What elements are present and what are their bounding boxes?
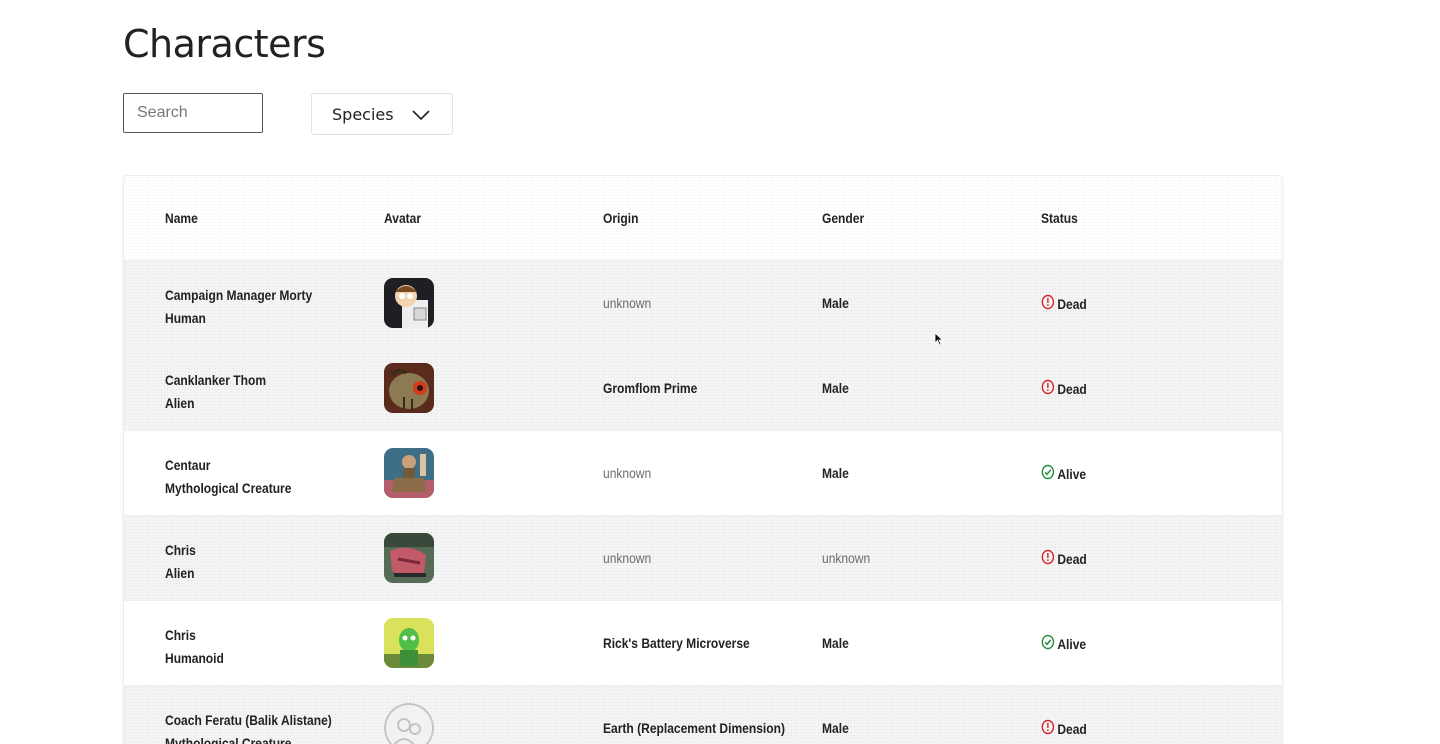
character-name: Canklanker Thom bbox=[165, 372, 267, 388]
check-circle-icon bbox=[1041, 464, 1055, 483]
chevron-down-icon bbox=[412, 107, 430, 126]
gender-cell: Male bbox=[822, 465, 849, 481]
mouse-pointer-icon bbox=[934, 332, 944, 351]
avatar bbox=[384, 278, 434, 328]
alert-circle-icon bbox=[1041, 719, 1055, 738]
gender-cell: Male bbox=[822, 380, 849, 396]
header-status[interactable]: Status bbox=[1041, 210, 1078, 226]
status-label: Alive bbox=[1057, 465, 1087, 482]
status-cell: Dead bbox=[1041, 719, 1087, 738]
status-cell: Alive bbox=[1041, 634, 1086, 653]
character-name: Chris bbox=[165, 542, 196, 558]
gender-cell: Male bbox=[822, 635, 849, 651]
avatar bbox=[384, 363, 434, 413]
status-cell: Dead bbox=[1041, 549, 1087, 568]
character-species: Mythological Creature bbox=[165, 735, 292, 744]
origin-cell: unknown bbox=[603, 550, 652, 566]
gender-cell: Male bbox=[822, 720, 849, 736]
page-title: Characters bbox=[123, 22, 326, 66]
table-row[interactable]: Chris Alien unknown unknown Dead bbox=[124, 516, 1282, 601]
origin-cell: Rick's Battery Microverse bbox=[603, 635, 750, 651]
character-name-cell: Canklanker Thom Alien bbox=[165, 369, 266, 415]
alert-circle-icon bbox=[1041, 549, 1055, 568]
character-species: Alien bbox=[165, 395, 195, 411]
origin-cell: unknown bbox=[603, 295, 652, 311]
character-name-cell: Campaign Manager Morty Human bbox=[165, 284, 312, 330]
character-name-cell: Coach Feratu (Balik Alistane) Mythologic… bbox=[165, 709, 332, 744]
table-row[interactable]: Coach Feratu (Balik Alistane) Mythologic… bbox=[124, 686, 1282, 744]
gender-cell: unknown bbox=[822, 550, 871, 566]
search-input[interactable] bbox=[123, 93, 263, 133]
species-dropdown-label: Species bbox=[332, 104, 394, 124]
status-label: Dead bbox=[1057, 550, 1087, 567]
character-species: Human bbox=[165, 310, 206, 326]
character-species: Mythological Creature bbox=[165, 480, 292, 496]
table-row[interactable]: Chris Humanoid Rick's Battery Microverse… bbox=[124, 601, 1282, 686]
alert-circle-icon bbox=[1041, 294, 1055, 313]
origin-cell: unknown bbox=[603, 465, 652, 481]
character-name: Coach Feratu (Balik Alistane) bbox=[165, 712, 332, 728]
table-row[interactable]: Campaign Manager Morty Human unknown Mal… bbox=[124, 261, 1282, 346]
gender-cell: Male bbox=[822, 295, 849, 311]
header-gender[interactable]: Gender bbox=[822, 210, 864, 226]
check-circle-icon bbox=[1041, 634, 1055, 653]
character-name-cell: Centaur Mythological Creature bbox=[165, 454, 291, 500]
status-cell: Dead bbox=[1041, 379, 1087, 398]
avatar bbox=[384, 703, 434, 744]
character-name-cell: Chris Humanoid bbox=[165, 624, 224, 670]
table-row[interactable]: Canklanker Thom Alien Gromflom Prime Mal… bbox=[124, 346, 1282, 431]
species-dropdown[interactable]: Species bbox=[311, 93, 453, 135]
status-label: Dead bbox=[1057, 720, 1087, 737]
status-label: Dead bbox=[1057, 295, 1087, 312]
alert-circle-icon bbox=[1041, 379, 1055, 398]
character-name-cell: Chris Alien bbox=[165, 539, 196, 585]
header-avatar[interactable]: Avatar bbox=[384, 210, 421, 226]
character-name: Chris bbox=[165, 627, 196, 643]
character-name: Campaign Manager Morty bbox=[165, 287, 313, 303]
avatar bbox=[384, 618, 434, 668]
avatar bbox=[384, 448, 434, 498]
status-cell: Dead bbox=[1041, 294, 1087, 313]
character-species: Humanoid bbox=[165, 650, 224, 666]
origin-cell: Gromflom Prime bbox=[603, 380, 698, 396]
table-header: Name Avatar Origin Gender Status bbox=[124, 176, 1282, 261]
header-origin[interactable]: Origin bbox=[603, 210, 638, 226]
header-name[interactable]: Name bbox=[165, 210, 198, 226]
status-label: Alive bbox=[1057, 635, 1087, 652]
character-name: Centaur bbox=[165, 457, 211, 473]
characters-table: Name Avatar Origin Gender Status Campaig… bbox=[123, 175, 1283, 744]
table-row[interactable]: Centaur Mythological Creature unknown Ma… bbox=[124, 431, 1282, 516]
status-label: Dead bbox=[1057, 380, 1087, 397]
character-species: Alien bbox=[165, 565, 195, 581]
origin-cell: Earth (Replacement Dimension) bbox=[603, 720, 785, 736]
status-cell: Alive bbox=[1041, 464, 1086, 483]
avatar bbox=[384, 533, 434, 583]
